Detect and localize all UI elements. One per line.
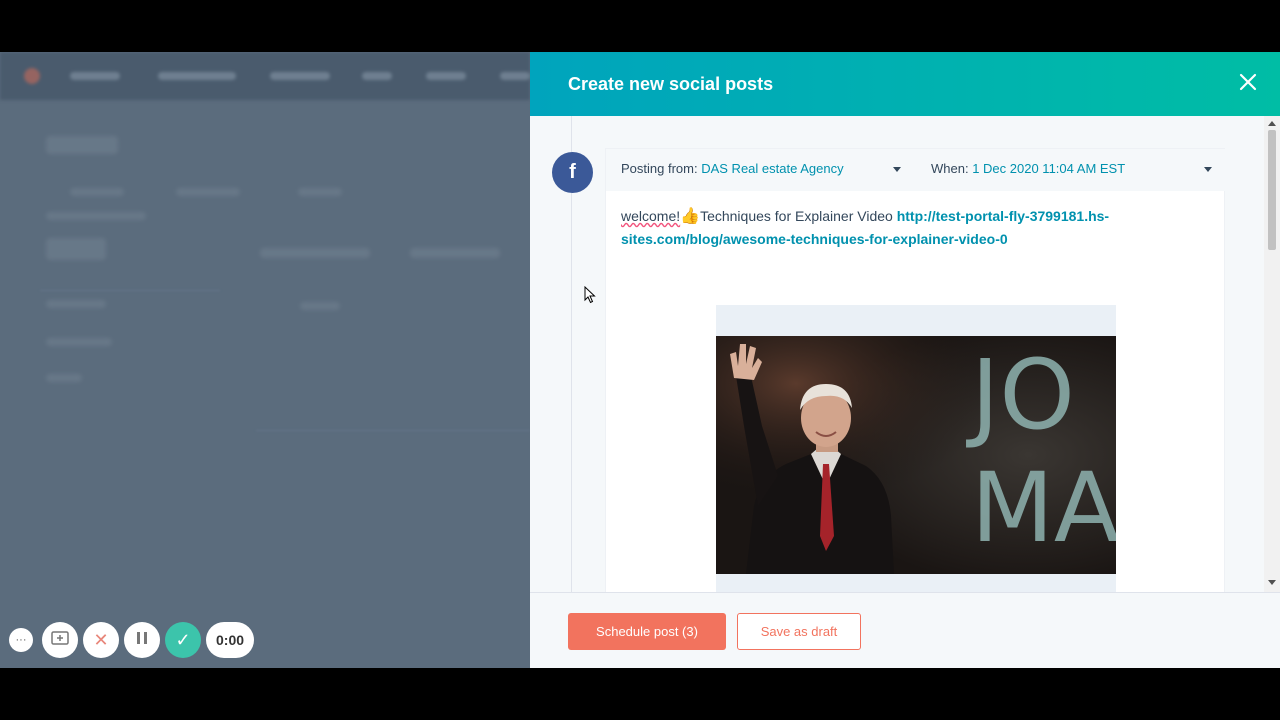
post-image: JO MA — [716, 336, 1116, 574]
panel-scrollbar[interactable] — [1264, 116, 1280, 592]
cancel-recording-button[interactable]: ✕ — [83, 622, 119, 658]
close-icon[interactable] — [1234, 68, 1262, 96]
background-label — [46, 212, 146, 220]
camera-toggle-button[interactable] — [42, 622, 78, 658]
more-options-button[interactable]: ··· — [9, 628, 33, 652]
background-tab — [176, 188, 240, 196]
when-value: 1 Dec 2020 11:04 AM EST — [972, 161, 1126, 176]
background-list-item — [46, 338, 112, 346]
background-logo — [24, 68, 40, 84]
background-nav-item — [426, 72, 466, 80]
finish-recording-button[interactable]: ✓ — [165, 622, 201, 658]
create-social-posts-panel: Create new social posts f Posting from: … — [530, 52, 1280, 668]
background-nav-item — [70, 72, 120, 80]
panel-footer: Schedule post (3) Save as draft — [530, 592, 1280, 668]
chevron-down-icon[interactable] — [893, 167, 901, 172]
image-text-line2: MA — [971, 452, 1116, 564]
background-control — [46, 238, 106, 260]
background-tab — [298, 188, 342, 196]
facebook-icon: f — [552, 152, 593, 193]
posting-from-value: DAS Real estate Agency — [701, 161, 844, 176]
posting-from-dropdown[interactable]: Posting from: DAS Real estate Agency — [621, 161, 844, 176]
thumbs-up-emoji: 👍 — [680, 208, 701, 225]
recording-timer: 0:00 — [206, 622, 255, 658]
post-card: Posting from: DAS Real estate Agency Whe… — [605, 148, 1226, 592]
recorder-controls: ··· ✕ ✓ 0:00 — [9, 622, 255, 658]
scroll-up-icon[interactable] — [1268, 121, 1276, 126]
post-text-body: Techniques for Explainer Video — [700, 208, 897, 224]
background-tab — [70, 188, 124, 196]
when-label: When: — [931, 161, 969, 176]
pause-recording-button[interactable] — [124, 622, 160, 658]
posting-from-label: Posting from: — [621, 161, 698, 176]
scroll-thumb[interactable] — [1268, 130, 1276, 250]
background-divider — [256, 430, 530, 431]
background-filter — [410, 248, 500, 258]
image-text-line1: JO — [966, 339, 1075, 451]
x-icon: ✕ — [93, 629, 109, 650]
post-media[interactable]: JO MA — [716, 305, 1116, 592]
background-list-item — [46, 374, 82, 382]
chevron-down-icon[interactable] — [1204, 167, 1212, 172]
screen-frame: ··· ✕ ✓ 0:00 Create new social posts f P… — [0, 52, 1280, 668]
cursor-icon — [584, 286, 596, 304]
background-app: ··· ✕ ✓ 0:00 — [0, 52, 530, 668]
background-nav — [0, 52, 530, 100]
panel-title: Create new social posts — [568, 74, 774, 94]
background-filter — [260, 248, 370, 258]
post-card-header: Posting from: DAS Real estate Agency Whe… — [606, 149, 1226, 191]
background-title — [46, 136, 118, 154]
post-text-editor[interactable]: welcome!👍Techniques for Explainer Video … — [621, 205, 1201, 251]
camera-icon — [51, 630, 69, 650]
background-nav-item — [362, 72, 392, 80]
pause-icon — [136, 631, 148, 650]
schedule-post-button[interactable]: Schedule post (3) — [568, 613, 726, 650]
background-divider — [40, 290, 220, 291]
background-nav-item — [158, 72, 236, 80]
post-text-word: welcome! — [621, 208, 681, 224]
panel-body: f Posting from: DAS Real estate Agency W… — [530, 116, 1280, 592]
save-as-draft-button[interactable]: Save as draft — [737, 613, 861, 650]
background-list-item — [46, 300, 106, 308]
scroll-down-icon[interactable] — [1268, 580, 1276, 585]
when-dropdown[interactable]: When: 1 Dec 2020 11:04 AM EST — [931, 161, 1125, 176]
background-nav-item — [270, 72, 330, 80]
panel-header: Create new social posts — [530, 52, 1280, 116]
background-nav-item — [500, 72, 530, 80]
background-list-item — [300, 302, 340, 310]
check-icon: ✓ — [175, 629, 191, 650]
